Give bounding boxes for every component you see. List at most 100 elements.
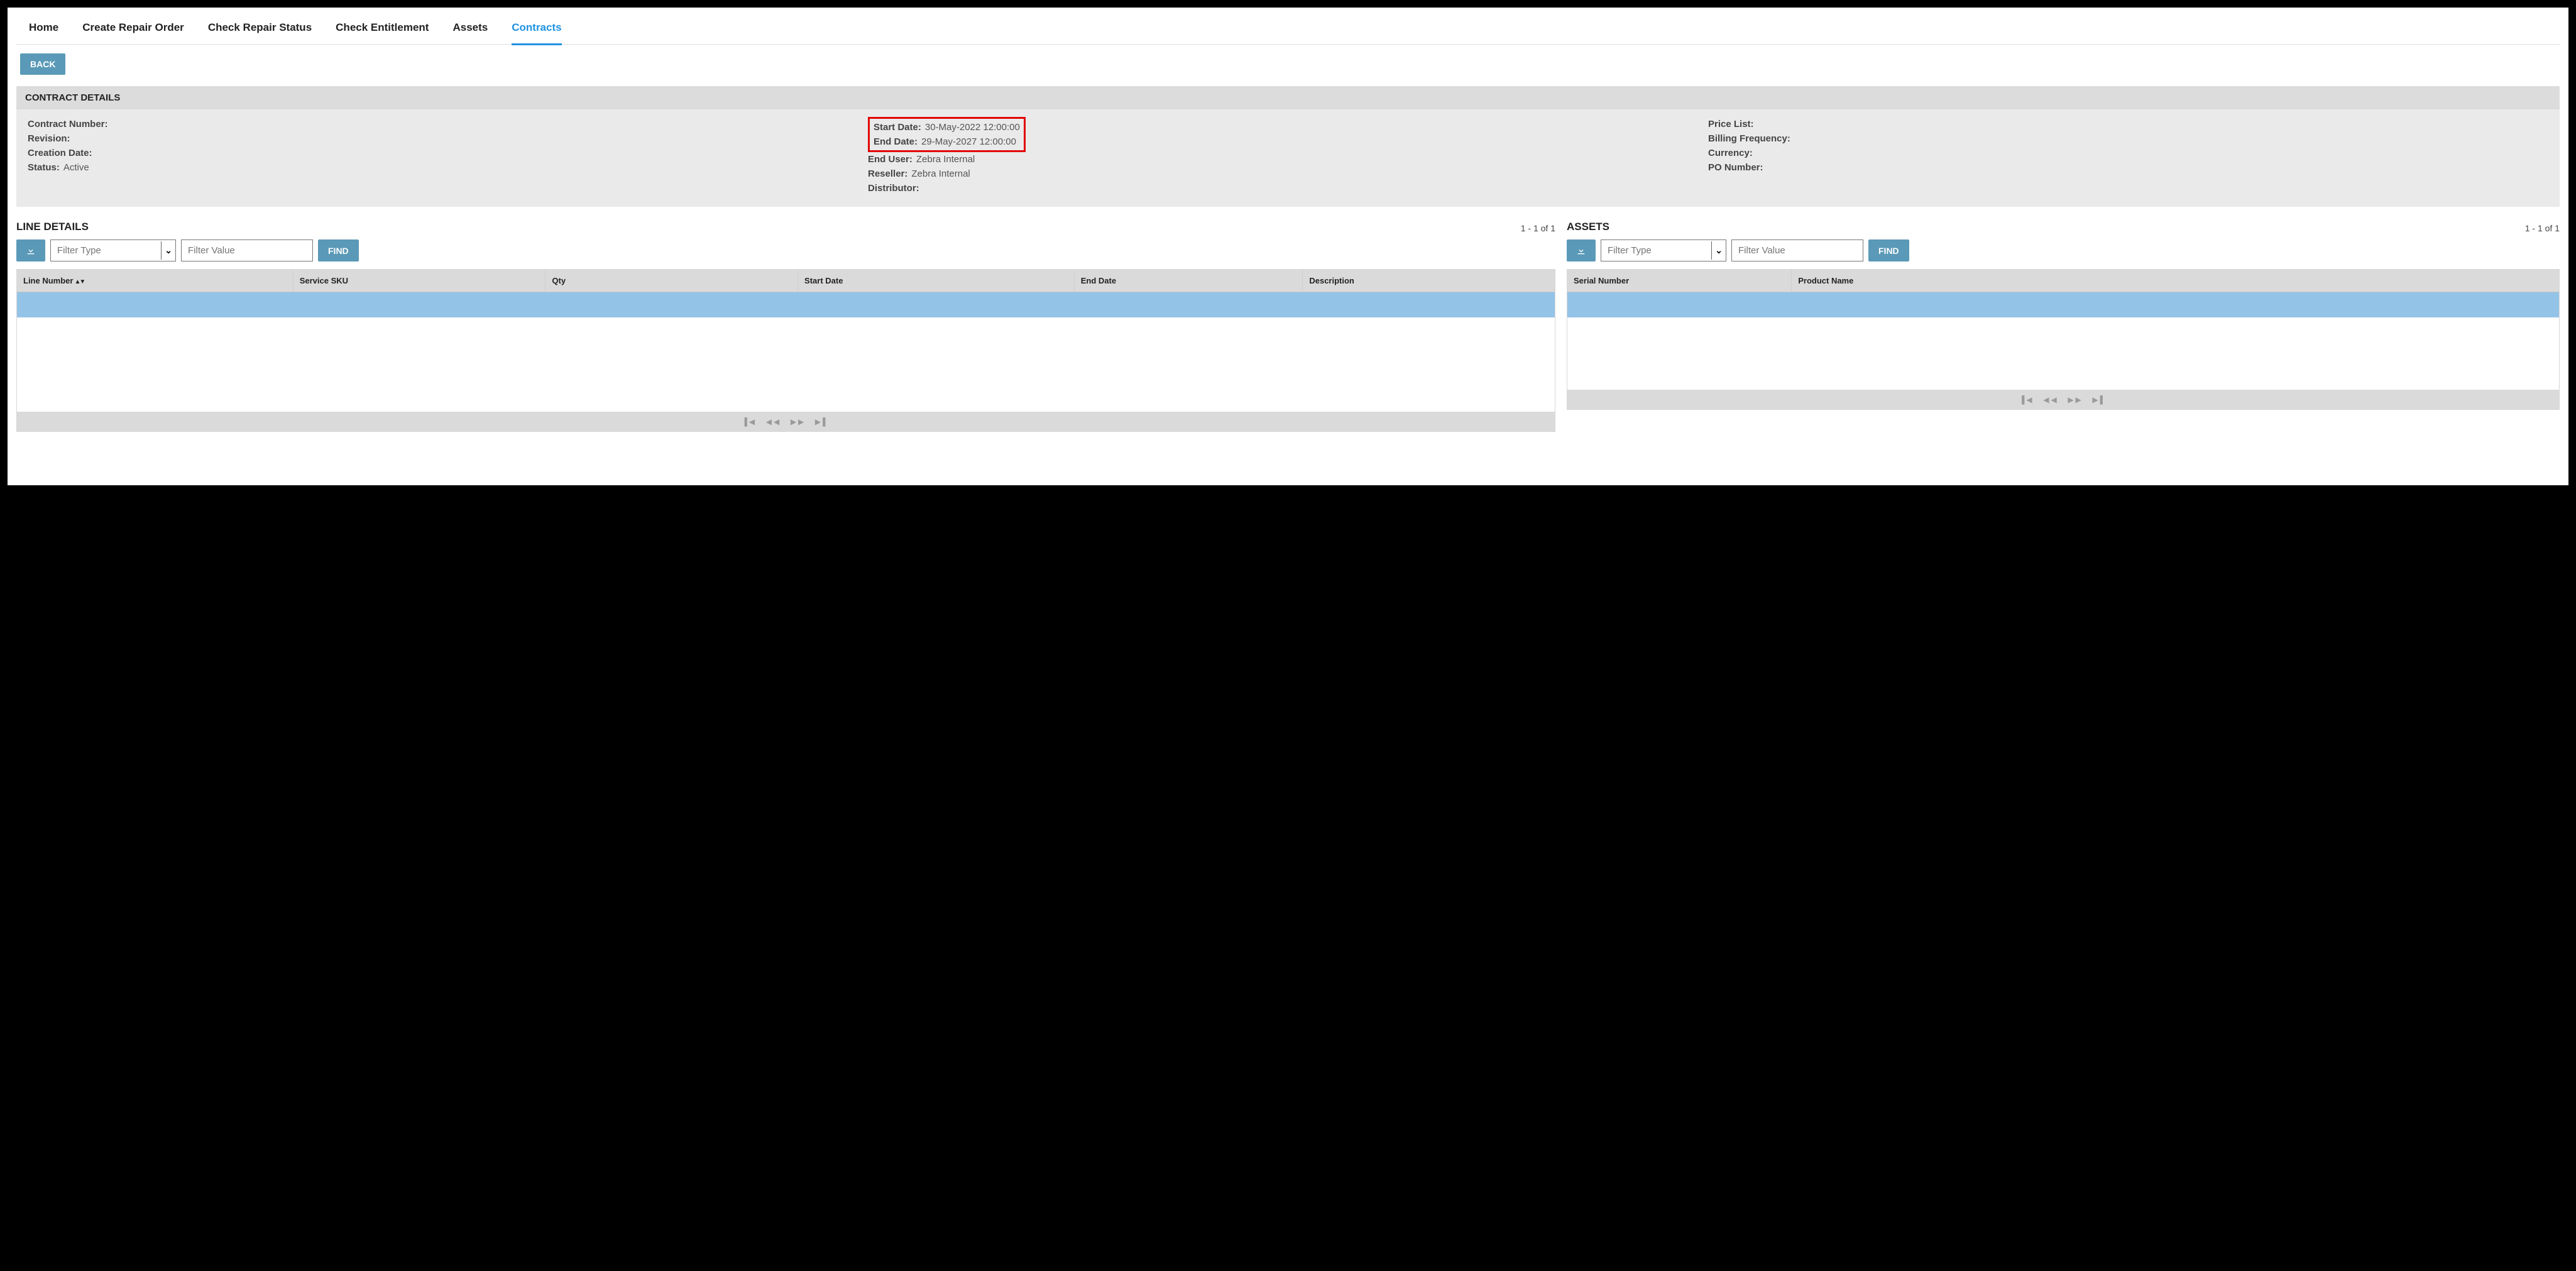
tab-create-repair-order[interactable]: Create Repair Order [82, 19, 184, 39]
pager-first-icon[interactable]: ▐◀ [2019, 395, 2034, 404]
reseller-value: Zebra Internal [911, 168, 970, 179]
line-details-find-button[interactable]: FIND [318, 239, 359, 261]
col-serial-number[interactable]: Serial Number [1567, 270, 1792, 292]
status-value: Active [63, 162, 89, 173]
assets-pager: ▐◀ ◀◀ ▶▶ ▶▌ [1567, 390, 2559, 409]
col-line-number[interactable]: Line Number▲▼ [17, 270, 293, 292]
field-status: Status: Active [28, 160, 868, 175]
tab-home[interactable]: Home [29, 19, 58, 39]
assets-header: ASSETS 1 - 1 of 1 [1567, 221, 2560, 233]
assets-filter-type-select[interactable]: ⌄ [1601, 239, 1726, 261]
assets-toolbar: ⌄ FIND [1567, 239, 2560, 261]
back-button[interactable]: BACK [20, 53, 65, 75]
field-end-date: End Date: 29-May-2027 12:00:00 [874, 135, 1020, 149]
field-contract-number: Contract Number: [28, 117, 868, 131]
line-details-pager: ▐◀ ◀◀ ▶▶ ▶▌ [17, 412, 1555, 431]
reseller-label: Reseller: [868, 168, 907, 179]
assets-grid-head: Serial Number Product Name [1567, 270, 2559, 292]
assets-filter-value-input[interactable] [1731, 239, 1863, 261]
back-button-wrap: BACK [20, 53, 2560, 75]
line-details-grid: Line Number▲▼ Service SKU Qty Start Date… [16, 269, 1555, 432]
col-line-number-label: Line Number [23, 276, 73, 285]
line-details-toolbar: ⌄ FIND [16, 239, 1555, 261]
assets-title: ASSETS [1567, 221, 1609, 233]
sort-icon: ▲▼ [74, 278, 84, 285]
line-details-title: LINE DETAILS [16, 221, 89, 233]
billing-frequency-label: Billing Frequency: [1708, 133, 1790, 144]
contract-col-3: Price List: Billing Frequency: Currency:… [1708, 117, 2548, 195]
col-service-sku[interactable]: Service SKU [293, 270, 546, 292]
price-list-label: Price List: [1708, 119, 1754, 129]
start-date-label: Start Date: [874, 122, 921, 133]
tab-assets[interactable]: Assets [452, 19, 488, 39]
assets-filter-type-input[interactable] [1601, 240, 1711, 261]
end-user-label: End User: [868, 154, 913, 165]
currency-label: Currency: [1708, 148, 1753, 158]
line-details-section: LINE DETAILS 1 - 1 of 1 ⌄ FIND Line Numb… [16, 221, 1555, 432]
app-container: Home Create Repair Order Check Repair St… [8, 8, 2568, 485]
download-icon [26, 246, 36, 256]
assets-download-button[interactable] [1567, 239, 1596, 261]
pager-prev-icon[interactable]: ◀◀ [766, 417, 781, 426]
sections-row: LINE DETAILS 1 - 1 of 1 ⌄ FIND Line Numb… [16, 221, 2560, 432]
pager-prev-icon[interactable]: ◀◀ [2043, 395, 2058, 404]
col-qty[interactable]: Qty [545, 270, 798, 292]
field-start-date: Start Date: 30-May-2022 12:00:00 [874, 120, 1020, 135]
col-start-date[interactable]: Start Date [798, 270, 1075, 292]
contract-details-body: Contract Number: Revision: Creation Date… [16, 109, 2560, 207]
line-details-row-selected[interactable] [17, 292, 1555, 317]
revision-label: Revision: [28, 133, 70, 144]
field-creation-date: Creation Date: [28, 146, 868, 160]
col-end-date[interactable]: End Date [1075, 270, 1303, 292]
assets-empty-area [1567, 317, 2559, 390]
line-details-filter-value-input[interactable] [181, 239, 313, 261]
pager-last-icon[interactable]: ▶▌ [815, 417, 830, 426]
assets-row-selected[interactable] [1567, 292, 2559, 317]
line-details-empty-area [17, 317, 1555, 412]
end-user-value: Zebra Internal [916, 154, 975, 165]
pager-last-icon[interactable]: ▶▌ [2092, 395, 2107, 404]
start-date-value: 30-May-2022 12:00:00 [925, 122, 1020, 133]
field-revision: Revision: [28, 131, 868, 146]
line-details-download-button[interactable] [16, 239, 45, 261]
tab-contracts[interactable]: Contracts [512, 19, 561, 45]
col-description[interactable]: Description [1303, 270, 1555, 292]
tab-check-repair-status[interactable]: Check Repair Status [208, 19, 312, 39]
distributor-label: Distributor: [868, 183, 919, 194]
field-billing-frequency: Billing Frequency: [1708, 131, 2548, 146]
line-details-filter-type-input[interactable] [51, 240, 161, 261]
contract-number-label: Contract Number: [28, 119, 108, 129]
creation-date-label: Creation Date: [28, 148, 92, 158]
pager-next-icon[interactable]: ▶▶ [2068, 395, 2083, 404]
end-date-label: End Date: [874, 136, 918, 147]
field-po-number: PO Number: [1708, 160, 2548, 175]
line-details-filter-type-select[interactable]: ⌄ [50, 239, 176, 261]
top-nav: Home Create Repair Order Check Repair St… [16, 14, 2560, 45]
chevron-down-icon: ⌄ [1711, 241, 1726, 260]
tab-check-entitlement[interactable]: Check Entitlement [336, 19, 429, 39]
field-end-user: End User: Zebra Internal [868, 152, 1708, 167]
contract-details-title: CONTRACT DETAILS [16, 86, 2560, 109]
field-price-list: Price List: [1708, 117, 2548, 131]
field-distributor: Distributor: [868, 181, 1708, 195]
field-currency: Currency: [1708, 146, 2548, 160]
pager-next-icon[interactable]: ▶▶ [791, 417, 806, 426]
status-label: Status: [28, 162, 60, 173]
assets-section: ASSETS 1 - 1 of 1 ⌄ FIND Serial Number P… [1567, 221, 2560, 432]
field-reseller: Reseller: Zebra Internal [868, 167, 1708, 181]
chevron-down-icon: ⌄ [161, 241, 175, 260]
line-details-header: LINE DETAILS 1 - 1 of 1 [16, 221, 1555, 233]
col-product-name[interactable]: Product Name [1792, 270, 2559, 292]
pager-first-icon[interactable]: ▐◀ [742, 417, 757, 426]
assets-count: 1 - 1 of 1 [2525, 223, 2560, 233]
date-highlight-box: Start Date: 30-May-2022 12:00:00 End Dat… [868, 117, 1026, 152]
line-details-count: 1 - 1 of 1 [1521, 223, 1555, 233]
assets-find-button[interactable]: FIND [1868, 239, 1909, 261]
contract-details-panel: CONTRACT DETAILS Contract Number: Revisi… [16, 86, 2560, 207]
line-details-grid-head: Line Number▲▼ Service SKU Qty Start Date… [17, 270, 1555, 292]
download-icon [1576, 246, 1586, 256]
end-date-value: 29-May-2027 12:00:00 [921, 136, 1016, 147]
assets-grid: Serial Number Product Name ▐◀ ◀◀ ▶▶ ▶▌ [1567, 269, 2560, 410]
po-number-label: PO Number: [1708, 162, 1763, 173]
contract-col-2: Start Date: 30-May-2022 12:00:00 End Dat… [868, 117, 1708, 195]
